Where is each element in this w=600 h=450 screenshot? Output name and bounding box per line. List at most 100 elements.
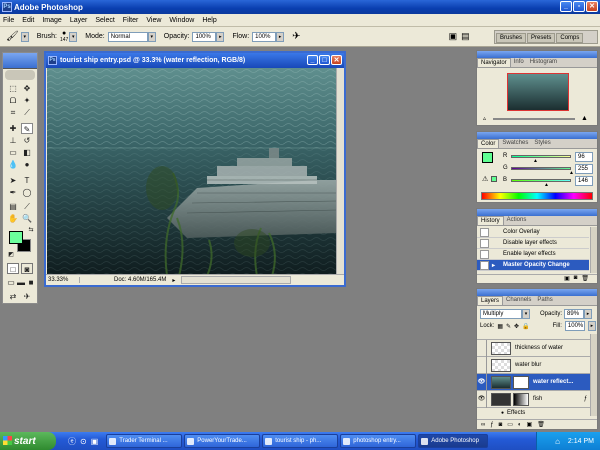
tab-navigator[interactable]: Navigator (477, 58, 511, 67)
mode-select[interactable]: Normal (107, 31, 148, 42)
foreground-color-swatch[interactable] (9, 231, 23, 244)
flow-field[interactable]: 100% (252, 31, 277, 42)
lasso-tool-icon[interactable]: ᗝ (7, 95, 19, 106)
menu-file[interactable]: File (3, 17, 14, 24)
lock-position-icon[interactable]: ✥ (514, 323, 519, 330)
add-mask-icon[interactable]: ◙ (499, 422, 503, 428)
path-selection-icon[interactable]: ➤ (7, 175, 19, 186)
tool-preset-dropdown[interactable]: ▾ (20, 31, 29, 42)
clock[interactable]: 2:14 PM (568, 438, 594, 445)
gamut-swatch[interactable] (491, 176, 497, 182)
layer-visibility-eye-icon[interactable] (477, 356, 487, 374)
layer-thumbnail[interactable] (491, 392, 511, 406)
layer-row[interactable]: water blur (477, 356, 591, 374)
flow-dropdown[interactable]: ▸ (276, 31, 285, 42)
type-tool-icon[interactable]: T (21, 175, 33, 186)
swap-colors-icon[interactable]: ⇆ (25, 225, 37, 236)
ie-quicklaunch-icon[interactable]: ⓔ (68, 436, 76, 447)
airbrush-icon[interactable]: ✈ (292, 31, 300, 42)
history-item[interactable]: ▸ Master Opacity Change (477, 260, 589, 271)
channel-value-field[interactable]: 255 (575, 164, 593, 174)
history-new-document-icon[interactable]: ▣ (564, 275, 570, 283)
well-tab-brushes[interactable]: Brushes (496, 33, 527, 43)
start-button[interactable]: start (0, 432, 56, 450)
layer-row[interactable]: 👁 water reflect... (477, 373, 591, 391)
history-brush-source-box[interactable] (480, 227, 489, 237)
task-trader-terminal[interactable]: Trader Terminal ... (106, 434, 183, 448)
menu-view[interactable]: View (146, 17, 161, 24)
standard-mode-icon[interactable]: □ (7, 263, 19, 274)
history-item[interactable]: Disable layer effects (477, 238, 589, 249)
history-trash-icon[interactable]: 🗑 (581, 275, 589, 283)
image-canvas[interactable] (47, 68, 337, 276)
zoom-in-icon[interactable]: ▲ (581, 115, 588, 122)
quick-mask-icon[interactable]: ◙ (21, 263, 33, 274)
doc-maximize-button[interactable]: □ (319, 55, 330, 65)
outlook-quicklaunch-icon[interactable]: ⊙ (80, 437, 87, 446)
brush-picker[interactable]: ● 147 (60, 30, 68, 43)
restore-button[interactable]: ▫ (573, 1, 585, 12)
tab-paths[interactable]: Paths (534, 296, 555, 305)
tab-info[interactable]: Info (511, 58, 527, 67)
channel-value-field[interactable]: 96 (575, 152, 593, 162)
zoom-tool-icon[interactable]: 🔍 (21, 213, 33, 224)
layer-mask-thumbnail[interactable] (513, 392, 529, 406)
add-style-icon[interactable]: ƒ (490, 422, 493, 428)
brush-dropdown[interactable]: ▾ (69, 31, 78, 42)
move-tool-icon[interactable]: ✥ (21, 83, 33, 94)
history-brush-source-box[interactable] (480, 260, 489, 270)
tab-channels[interactable]: Channels (503, 296, 534, 305)
status-menu-arrow-icon[interactable]: ▸ (172, 277, 175, 284)
blur-tool-icon[interactable]: 💧 (7, 159, 19, 170)
tab-color[interactable]: Color (477, 139, 500, 148)
default-colors-icon[interactable]: ◩ (5, 250, 17, 261)
layer-opacity-field[interactable]: 89% (564, 309, 585, 319)
toggle-palettes-icon[interactable]: ▤ (461, 31, 470, 42)
zoom-out-icon[interactable]: ▵ (483, 115, 486, 122)
menu-layer[interactable]: Layer (70, 17, 88, 24)
gamut-warning-icon[interactable]: ⚠ (482, 175, 488, 183)
layer-row[interactable]: thickness of water (477, 339, 591, 357)
tab-actions[interactable]: Actions (504, 216, 530, 225)
tab-histogram[interactable]: Histogram (527, 58, 560, 67)
menu-select[interactable]: Select (95, 17, 114, 24)
shape-tool-icon[interactable]: ◯ (21, 187, 33, 198)
layer-thumbnail[interactable] (491, 341, 511, 355)
tab-layers[interactable]: Layers (477, 296, 504, 305)
layer-visibility-eye-icon[interactable] (477, 339, 487, 357)
doc-minimize-button[interactable]: _ (307, 55, 318, 65)
history-snapshot-icon[interactable]: ◙ (574, 275, 578, 283)
link-layers-icon[interactable]: ∞ (481, 422, 485, 428)
blend-mode-dropdown[interactable]: ▾ (522, 309, 530, 319)
fill-field[interactable]: 100% (564, 321, 585, 331)
delete-layer-icon[interactable]: 🗑 (537, 421, 545, 428)
tab-history[interactable]: History (477, 216, 504, 225)
hand-tool-icon[interactable]: ✋ (7, 213, 19, 224)
history-scrollbar[interactable] (590, 227, 597, 273)
opacity-field[interactable]: 100% (192, 31, 217, 42)
history-item[interactable]: Enable layer effects (477, 249, 589, 260)
layers-scrollbar[interactable] (590, 334, 597, 416)
mode-dropdown[interactable]: ▾ (147, 31, 156, 42)
marquee-tool-icon[interactable]: ⬚ (7, 83, 19, 94)
gradient-tool-icon[interactable]: ◧ (21, 147, 33, 158)
layer-visibility-eye-icon[interactable]: 👁 (477, 390, 487, 408)
task-poweryourtrade[interactable]: PowerYourTrade... (184, 434, 261, 448)
channel-slider-track[interactable] (511, 179, 571, 182)
task-adobe-photoshop[interactable]: Adobe Photoshop (418, 434, 489, 448)
opacity-dropdown[interactable]: ▸ (216, 31, 225, 42)
network-icon[interactable]: ⌂ (555, 437, 560, 446)
menu-window[interactable]: Window (169, 17, 194, 24)
adobe-online-icon[interactable] (5, 70, 35, 80)
zoom-level[interactable]: 33.33% (46, 277, 80, 283)
lock-pixels-icon[interactable]: ✎ (506, 323, 511, 330)
history-brush-source-box[interactable] (480, 249, 489, 259)
new-set-icon[interactable]: ▭ (507, 421, 513, 428)
well-tab-comps[interactable]: Comps (556, 33, 584, 43)
screen-mode-full-icon[interactable]: ■ (25, 277, 37, 288)
new-layer-icon[interactable]: ▣ (527, 421, 533, 428)
color-ramp[interactable] (481, 192, 593, 200)
notes-tool-icon[interactable]: ▤ (7, 201, 19, 212)
close-button[interactable]: ✕ (586, 1, 598, 12)
imageready-icon[interactable]: ✈ (21, 291, 33, 302)
